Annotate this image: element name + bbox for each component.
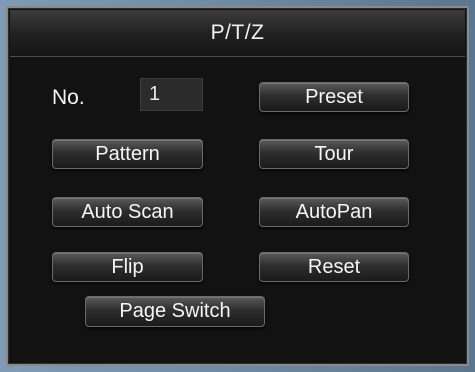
auto-scan-button[interactable]: Auto Scan [52, 197, 203, 227]
dialog-title: P/T/Z [210, 21, 265, 44]
tour-button[interactable]: Tour [259, 139, 409, 169]
auto-pan-button[interactable]: AutoPan [259, 197, 409, 227]
reset-button[interactable]: Reset [259, 252, 409, 282]
number-input[interactable]: 1 [140, 78, 203, 111]
title-bar: P/T/Z [10, 10, 465, 57]
number-label: No. [52, 86, 85, 109]
page-switch-button[interactable]: Page Switch [85, 296, 265, 327]
flip-button[interactable]: Flip [52, 252, 203, 282]
preset-button[interactable]: Preset [259, 82, 409, 112]
pattern-button[interactable]: Pattern [52, 139, 203, 169]
